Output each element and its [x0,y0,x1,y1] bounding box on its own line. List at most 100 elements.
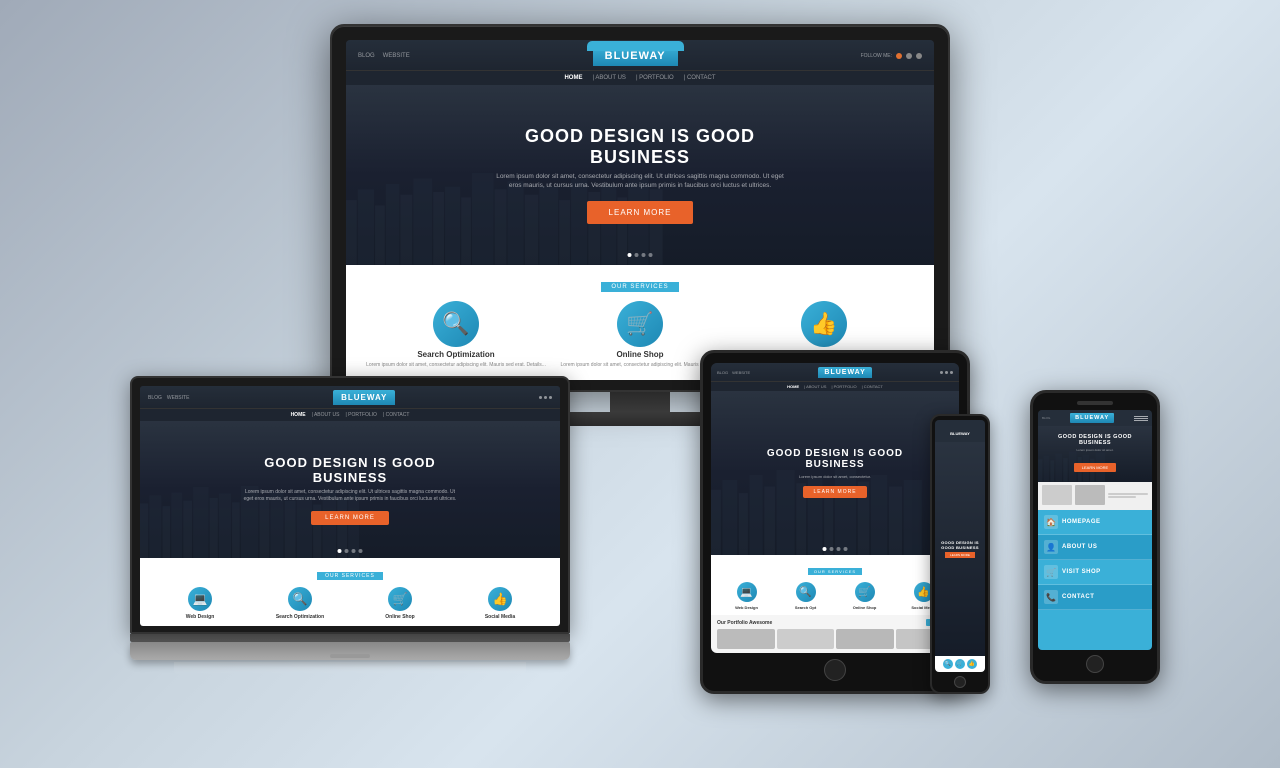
tablet-hero-title: GOOD DESIGN IS GOOD BUSINESS [745,448,925,470]
phone-nav-blog[interactable]: BLOG [1042,416,1050,420]
tablet-sname-shop: Online Shop [853,605,877,610]
monitor-nav-contact[interactable]: | CONTACT [684,75,716,81]
phone-hero-title: GOOD DESIGN IS GOOD BUSINESS [1043,434,1147,446]
tablet-services-title: OUR SERVICES [808,568,862,575]
service-name-search: Search Optimization [417,350,494,359]
phone-menu-label-about: ABOUT US [1062,544,1097,550]
phone-menu-icon-shop: 🛒 [1044,565,1058,579]
laptop-name-social: Social Media [485,614,515,620]
phone-menu-contact[interactable]: 📞 CONTACT [1038,585,1152,610]
laptop-icon-search: 🔍 [288,587,312,611]
monitor-nav-website[interactable]: WEBSITE [383,53,410,59]
tablet-icon-shop: 🛒 [855,582,875,602]
laptop-nav-contact[interactable]: | CONTACT [383,412,409,418]
monitor-nav-portfolio[interactable]: | PORTFOLIO [636,75,674,81]
service-icon-search: 🔍 [433,301,479,347]
tablet-home-btn[interactable] [824,659,846,681]
tablet-dot-1[interactable] [823,547,827,551]
phone-menu-about[interactable]: 👤 ABOUT US [1038,535,1152,560]
laptop-logo: BLUEWAY [333,390,395,405]
laptop-name-webdesign: Web Design [186,614,215,620]
monitor-nav-home[interactable]: HOME [564,75,582,81]
tablet-dot-3[interactable] [837,547,841,551]
tablet-nav-portfolio[interactable]: | PORTFOLIO [831,384,856,389]
tablet-nav-home[interactable]: HOME [787,384,799,389]
monitor-follow: FOLLOW ME: [861,53,892,59]
tablet-website: BLOG WEBSITE BLUEWAY HOME | ABOUT US [711,363,959,653]
phone-learn-more-btn[interactable]: LEARN MORE [1074,463,1116,472]
tablet-portfolio-label: Our Portfolio Awesome [717,620,772,626]
tablet-nav-blog[interactable]: BLOG [717,370,728,375]
tablet-nav-about[interactable]: | ABOUT US [804,384,826,389]
laptop-dot-2[interactable] [345,549,349,553]
hero-dot-4[interactable] [649,253,653,257]
hero-dot-1[interactable] [628,253,632,257]
laptop-nav-website[interactable]: WEBSITE [167,395,190,401]
phone-menu-label-shop: VISIT SHOP [1062,569,1101,575]
laptop-dot-4[interactable] [359,549,363,553]
tablet-logo: BLUEWAY [818,367,871,378]
monitor-nav-blog[interactable]: BLOG [358,53,375,59]
tablet-sname-webdesign: Web Design [735,605,758,610]
laptop-icon-webdesign: 💻 [188,587,212,611]
phone-menu: 🏠 HOMEPAGE 👤 ABOUT US 🛒 VISIT SHOP [1038,510,1152,650]
hero-dot-3[interactable] [642,253,646,257]
laptop: BLOG WEBSITE BLUEWAY HOME | ABOUT US [130,376,570,674]
monitor-nav-about[interactable]: | ABOUT US [592,75,625,81]
phone-home-btn[interactable] [1086,655,1104,673]
laptop-service-shop: 🛒 Online Shop [352,587,448,620]
laptop-name-shop: Online Shop [385,614,414,620]
small-tablet-btn[interactable] [954,676,966,688]
laptop-name-search: Search Optimization [276,614,324,620]
laptop-dot-1[interactable] [338,549,342,553]
phone-menu-homepage[interactable]: 🏠 HOMEPAGE [1038,510,1152,535]
tablet-dot-2[interactable] [830,547,834,551]
phone-menu-label-home: HOMEPAGE [1062,519,1101,525]
scene: BLOG WEBSITE BLUEWAY FOLLOW ME: [90,24,1190,744]
laptop-icon-shop: 🛒 [388,587,412,611]
monitor-hero-title: GOOD DESIGN IS GOOD BUSINESS [490,126,790,168]
tablet-service-search: 🔍 Search Opt [778,582,833,610]
tablet-nav-website[interactable]: WEBSITE [732,370,750,375]
tablet-portfolio: Our Portfolio Awesome More Info [711,615,959,653]
tablet-icon-webdesign: 💻 [737,582,757,602]
tablet-dot-4[interactable] [844,547,848,551]
phone-menu-shop[interactable]: 🛒 VISIT SHOP [1038,560,1152,585]
laptop-nav-about[interactable]: | ABOUT US [312,412,340,418]
phone-website: BLOG BLUEWAY [1038,410,1152,650]
laptop-learn-more-btn[interactable]: LEARN MORE [311,511,389,525]
tablet-sname-search: Search Opt [795,605,816,610]
laptop-nav-portfolio[interactable]: | PORTFOLIO [345,412,377,418]
phone-hero-text: Lorem ipsum dolor sit amet. [1043,448,1147,452]
phone-thumb-2 [1075,485,1105,505]
laptop-hero-title: GOOD DESIGN IS GOOD BUSINESS [240,455,460,485]
laptop-nav-blog[interactable]: BLOG [148,395,162,401]
monitor-hero-text: Lorem ipsum dolor sit amet, consectetur … [490,172,790,192]
laptop-service-webdesign: 💻 Web Design [152,587,248,620]
tablet-hero-text: Lorem ipsum dolor sit amet, consectetur. [799,474,871,480]
laptop-website: BLOG WEBSITE BLUEWAY HOME | ABOUT US [140,386,560,626]
phone-speaker [1077,401,1113,405]
laptop-hero-text: Lorem ipsum dolor sit amet, consectetur … [240,489,460,503]
phone-menu-icon-about: 👤 [1044,540,1058,554]
phone-thumb-1 [1042,485,1072,505]
laptop-icon-social: 👍 [488,587,512,611]
monitor-learn-more-btn[interactable]: LEARN MORE [587,201,694,224]
laptop-service-search: 🔍 Search Optimization [252,587,348,620]
phone-hamburger[interactable] [1134,416,1148,421]
monitor-logo: BLUEWAY [593,46,678,66]
laptop-services-title: OUR SERVICES [317,572,383,580]
phone-menu-icon-home: 🏠 [1044,515,1058,529]
small-tablet: BLUEWAY GOOD DESIGN IS GOOD BUSINESS LEA… [930,414,990,694]
laptop-service-social: 👍 Social Media [452,587,548,620]
tablet-icon-search: 🔍 [796,582,816,602]
phone: BLOG BLUEWAY [1030,390,1160,684]
hero-dot-2[interactable] [635,253,639,257]
tablet-service-shop: 🛒 Online Shop [837,582,892,610]
service-icon-shop: 🛒 [617,301,663,347]
laptop-nav-home[interactable]: HOME [291,412,306,418]
tablet-learn-more-btn[interactable]: LEARN MORE [803,486,866,498]
service-desc-search: Lorem ipsum dolor sit amet, consectetur … [366,362,546,369]
tablet-nav-contact[interactable]: | CONTACT [862,384,883,389]
laptop-dot-3[interactable] [352,549,356,553]
